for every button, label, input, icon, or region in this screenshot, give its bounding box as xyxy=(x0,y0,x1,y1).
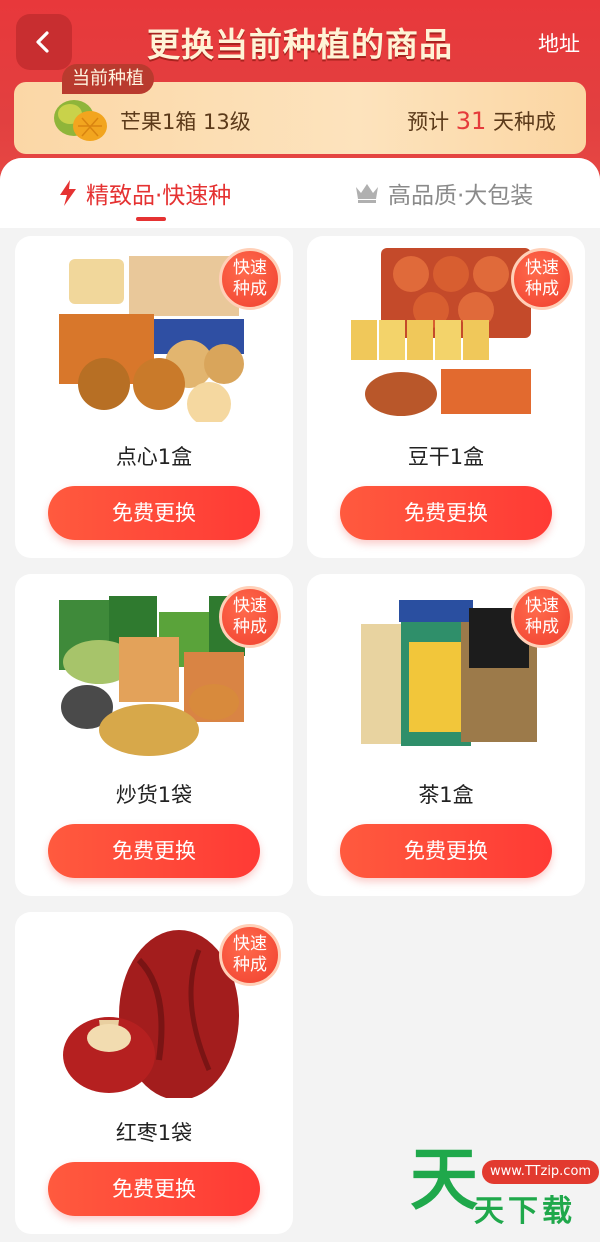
tab-big-pack[interactable]: 高品质·大包装 xyxy=(354,176,533,210)
product-card: 快速 种成 炒货1袋 免费更换 xyxy=(15,574,293,896)
page-title: 更换当前种植的商品 xyxy=(147,25,453,64)
watermark-logo: 天 xyxy=(410,1141,479,1220)
fast-grow-badge: 快速 种成 xyxy=(219,248,281,310)
badge-line1: 快速 xyxy=(525,258,559,278)
current-plant-eta: 预计 31 天种成 xyxy=(407,106,556,136)
badge-line1: 快速 xyxy=(525,596,559,616)
watermark-url: www.TTzip.com xyxy=(482,1160,600,1184)
badge-line2: 种成 xyxy=(233,955,267,975)
badge-line2: 种成 xyxy=(525,279,559,299)
fast-grow-badge: 快速 种成 xyxy=(219,924,281,986)
product-name: 豆干1盒 xyxy=(407,445,485,469)
free-exchange-button[interactable]: 免费更换 xyxy=(340,824,552,878)
product-card: 快速 种成 点心1盒 免费更换 xyxy=(15,236,293,558)
tab-fast-grow-label: 精致品·快速种 xyxy=(86,183,232,209)
active-tab-indicator xyxy=(136,217,166,221)
product-name: 点心1盒 xyxy=(115,445,193,469)
tab-big-pack-label: 高品质·大包装 xyxy=(388,183,534,209)
free-exchange-button[interactable]: 免费更换 xyxy=(48,486,260,540)
badge-line1: 快速 xyxy=(233,596,267,616)
crown-icon xyxy=(356,184,378,203)
free-exchange-button[interactable]: 免费更换 xyxy=(48,1162,260,1216)
product-card: 快速 种成 红枣1袋 免费更换 xyxy=(15,912,293,1234)
free-exchange-button[interactable]: 免费更换 xyxy=(340,486,552,540)
fast-grow-badge: 快速 种成 xyxy=(511,586,573,648)
product-name: 茶1盒 xyxy=(418,783,474,807)
mango-image xyxy=(54,100,107,141)
address-link[interactable]: 地址 xyxy=(538,28,580,58)
badge-line2: 种成 xyxy=(233,279,267,299)
fast-grow-badge: 快速 种成 xyxy=(511,248,573,310)
product-card: 快速 种成 豆干1盒 免费更换 xyxy=(307,236,585,558)
eta-suffix: 天种成 xyxy=(493,110,556,134)
badge-line2: 种成 xyxy=(233,617,267,637)
badge-line1: 快速 xyxy=(233,934,267,954)
free-exchange-button[interactable]: 免费更换 xyxy=(48,824,260,878)
product-name: 炒货1袋 xyxy=(115,783,193,807)
current-plant-name: 芒果1箱 13级 xyxy=(120,110,251,134)
watermark-text: 天下载 xyxy=(474,1194,576,1229)
product-name: 红枣1袋 xyxy=(115,1121,193,1145)
current-plant-tag: 当前种植 xyxy=(62,64,154,94)
product-card: 快速 种成 茶1盒 免费更换 xyxy=(307,574,585,896)
badge-line2: 种成 xyxy=(525,617,559,637)
fast-grow-badge: 快速 种成 xyxy=(219,586,281,648)
tab-fast-grow[interactable]: 精致品·快速种 xyxy=(58,176,231,210)
eta-prefix: 预计 xyxy=(407,110,450,134)
badge-line1: 快速 xyxy=(233,258,267,278)
eta-days: 31 xyxy=(455,107,487,135)
lightning-icon xyxy=(60,180,76,206)
